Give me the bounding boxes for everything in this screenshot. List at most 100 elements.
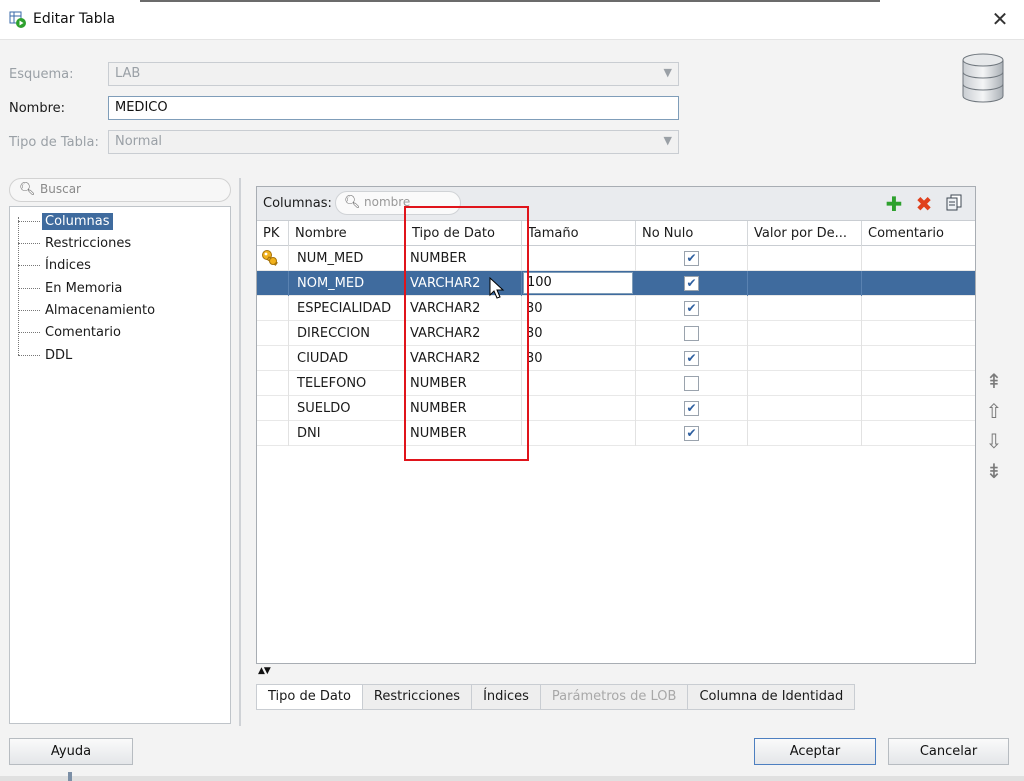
default-cell[interactable] [748, 421, 862, 446]
pk-cell[interactable] [257, 396, 289, 421]
not-null-cell[interactable]: ✔ [636, 346, 748, 371]
size-cell[interactable]: 30 [522, 321, 636, 346]
move-up-icon[interactable]: ⇧ [983, 400, 1005, 422]
ok-button[interactable]: Aceptar [754, 738, 876, 765]
default-cell[interactable] [748, 321, 862, 346]
pk-cell[interactable] [257, 346, 289, 371]
default-cell[interactable] [748, 346, 862, 371]
header-default[interactable]: Valor por De... [748, 221, 862, 246]
column-name-cell[interactable]: TELEFONO [289, 371, 406, 396]
table-row[interactable]: ESPECIALIDAD VARCHAR2 30 ✔ [257, 296, 975, 321]
cancel-button[interactable]: Cancelar [888, 738, 1009, 765]
size-cell[interactable] [522, 246, 636, 271]
size-cell[interactable]: 30 [522, 296, 636, 321]
move-down-icon[interactable]: ⇩ [983, 430, 1005, 452]
column-name-cell[interactable]: SUELDO [289, 396, 406, 421]
help-button[interactable]: Ayuda [9, 738, 133, 765]
datatype-cell[interactable]: NUMBER [406, 396, 522, 421]
table-row[interactable]: NUM_MED NUMBER ✔ [257, 246, 975, 271]
not-null-checkbox[interactable]: ✔ [684, 351, 699, 366]
tab-columna-identidad[interactable]: Columna de Identidad [687, 684, 856, 710]
move-top-icon[interactable]: ⇞ [983, 370, 1005, 392]
datatype-cell[interactable]: NUMBER [406, 246, 522, 271]
nav-item-restricciones[interactable]: Restricciones [18, 233, 134, 253]
header-name[interactable]: Nombre [289, 221, 406, 246]
nav-item-comentario[interactable]: Comentario [18, 322, 124, 342]
column-name-cell[interactable]: NUM_MED [289, 246, 406, 271]
pk-cell[interactable] [257, 371, 289, 396]
column-name-cell[interactable]: NOM_MED [289, 271, 406, 296]
table-name-input[interactable]: MEDICO [108, 96, 679, 120]
panel-divider[interactable] [239, 178, 241, 726]
not-null-cell[interactable]: ✔ [636, 271, 748, 296]
default-cell[interactable] [748, 371, 862, 396]
not-null-cell[interactable] [636, 321, 748, 346]
nav-item-columnas[interactable]: Columnas [18, 211, 113, 231]
table-row[interactable]: SUELDO NUMBER ✔ [257, 396, 975, 421]
pk-cell[interactable] [257, 296, 289, 321]
not-null-cell[interactable]: ✔ [636, 296, 748, 321]
header-comment[interactable]: Comentario [862, 221, 975, 246]
nav-item-almacenamiento[interactable]: Almacenamiento [18, 300, 158, 320]
column-name-cell[interactable]: CIUDAD [289, 346, 406, 371]
not-null-cell[interactable]: ✔ [636, 421, 748, 446]
header-datatype[interactable]: Tipo de Dato [406, 221, 522, 246]
size-cell[interactable] [522, 371, 636, 396]
datatype-cell[interactable]: VARCHAR2 [406, 321, 522, 346]
nav-search-input[interactable]: 🔍︎ Buscar [9, 178, 231, 202]
default-cell[interactable] [748, 271, 862, 296]
datatype-cell[interactable]: NUMBER [406, 371, 522, 396]
size-cell[interactable]: 30 [522, 346, 636, 371]
delete-column-button[interactable]: ✖ [913, 193, 935, 215]
pk-cell[interactable] [257, 421, 289, 446]
not-null-checkbox[interactable] [684, 326, 699, 341]
splitter-arrows-icon[interactable]: ▲▼ [258, 666, 271, 676]
pk-cell[interactable] [257, 246, 289, 271]
tab-tipo-de-dato[interactable]: Tipo de Dato [256, 684, 362, 710]
column-name-cell[interactable]: DNI [289, 421, 406, 446]
not-null-checkbox[interactable]: ✔ [684, 276, 699, 291]
default-cell[interactable] [748, 396, 862, 421]
table-row[interactable]: TELEFONO NUMBER [257, 371, 975, 396]
not-null-cell[interactable] [636, 371, 748, 396]
copy-column-button[interactable] [943, 193, 965, 215]
default-cell[interactable] [748, 246, 862, 271]
default-cell[interactable] [748, 296, 862, 321]
table-row[interactable]: DNI NUMBER ✔ [257, 421, 975, 446]
comment-cell[interactable] [862, 296, 975, 321]
table-row-selected[interactable]: NOM_MED VARCHAR2 100 ✔ [257, 271, 975, 296]
not-null-checkbox[interactable] [684, 376, 699, 391]
size-cell[interactable] [522, 421, 636, 446]
move-bottom-icon[interactable]: ⇟ [983, 460, 1005, 482]
not-null-checkbox[interactable]: ✔ [684, 251, 699, 266]
header-not-null[interactable]: No Nulo [636, 221, 748, 246]
tab-restricciones[interactable]: Restricciones [361, 684, 472, 710]
close-button[interactable]: ✕ [990, 8, 1010, 30]
comment-cell[interactable] [862, 371, 975, 396]
comment-cell[interactable] [862, 396, 975, 421]
comment-cell[interactable] [862, 421, 975, 446]
header-size[interactable]: Tamaño [522, 221, 636, 246]
comment-cell[interactable] [862, 346, 975, 371]
datatype-cell[interactable]: VARCHAR2 [406, 346, 522, 371]
size-cell[interactable] [522, 396, 636, 421]
comment-cell[interactable] [862, 271, 975, 296]
comment-cell[interactable] [862, 246, 975, 271]
nav-item-indices[interactable]: Índices [18, 255, 94, 275]
not-null-checkbox[interactable]: ✔ [684, 301, 699, 316]
not-null-checkbox[interactable]: ✔ [684, 426, 699, 441]
not-null-cell[interactable]: ✔ [636, 246, 748, 271]
not-null-cell[interactable]: ✔ [636, 396, 748, 421]
table-row[interactable]: DIRECCION VARCHAR2 30 [257, 321, 975, 346]
datatype-cell[interactable]: NUMBER [406, 421, 522, 446]
nav-item-en-memoria[interactable]: En Memoria [18, 278, 125, 298]
size-edit-input[interactable]: 100 [523, 272, 633, 294]
column-filter-input[interactable]: 🔍︎ nombre [335, 191, 461, 215]
tab-indices[interactable]: Índices [471, 684, 540, 710]
pk-cell[interactable] [257, 321, 289, 346]
add-column-button[interactable]: ✚ [883, 193, 905, 215]
nav-item-ddl[interactable]: DDL [18, 345, 75, 365]
pk-cell[interactable] [257, 271, 289, 296]
column-name-cell[interactable]: ESPECIALIDAD [289, 296, 406, 321]
not-null-checkbox[interactable]: ✔ [684, 401, 699, 416]
